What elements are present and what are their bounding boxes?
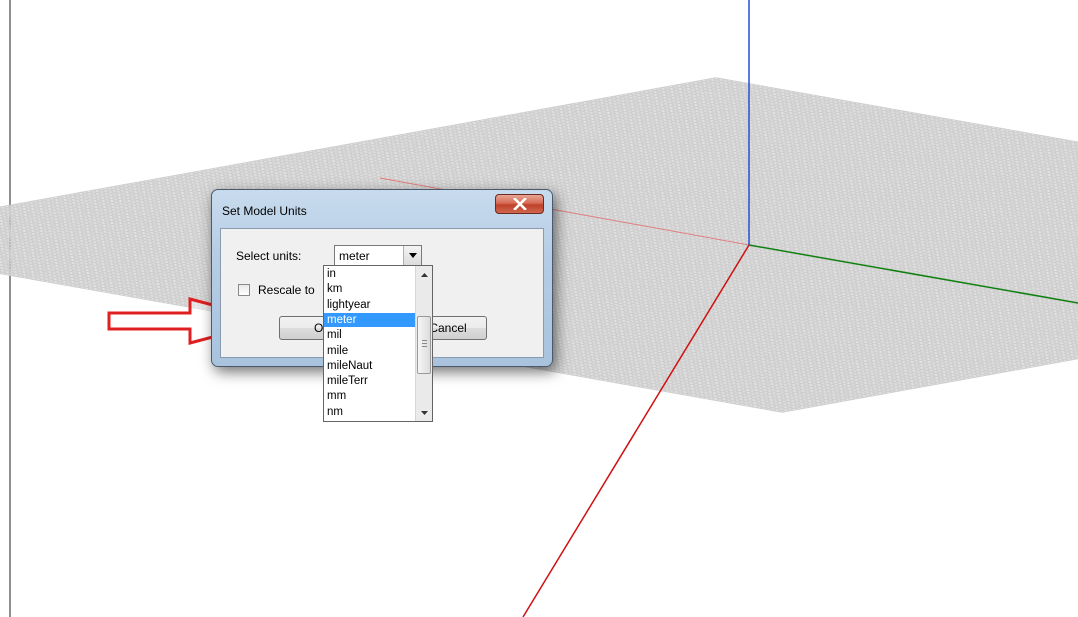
cancel-button-label: Cancel [429,321,467,335]
dropdown-scrollbar[interactable] [415,266,432,421]
dropdown-option[interactable]: mileTerr [324,374,415,388]
rescale-checkbox[interactable] [238,284,250,296]
units-dropdown-list[interactable]: in km lightyear meter mil mile mileNaut mileTer… [323,265,433,422]
chevron-up-icon [420,272,428,277]
close-button[interactable] [495,194,544,214]
dropdown-option[interactable]: lightyear [324,298,415,312]
dropdown-option[interactable]: mil [324,328,415,342]
dropdown-option[interactable]: nm [324,405,415,419]
dropdown-option[interactable]: meter [324,312,415,327]
dropdown-option[interactable]: km [324,282,415,296]
dropdown-option[interactable]: in [324,267,415,281]
scroll-up-button[interactable] [416,266,432,283]
units-select[interactable]: meter [334,245,422,266]
dialog-title: Set Model Units [222,204,307,218]
dropdown-option[interactable]: mile [324,344,415,358]
chevron-down-icon [420,410,428,415]
units-select-toggle[interactable] [403,246,421,265]
units-select-value: meter [339,249,370,263]
close-icon [512,198,527,210]
chevron-down-icon [408,253,417,258]
scrollbar-thumb[interactable] [417,316,431,374]
dropdown-option[interactable]: mileNaut [324,359,415,373]
select-units-label: Select units: [236,249,302,263]
scroll-down-button[interactable] [416,404,432,421]
rescale-label: Rescale to model [258,283,316,297]
dropdown-option[interactable]: mm [324,389,415,403]
